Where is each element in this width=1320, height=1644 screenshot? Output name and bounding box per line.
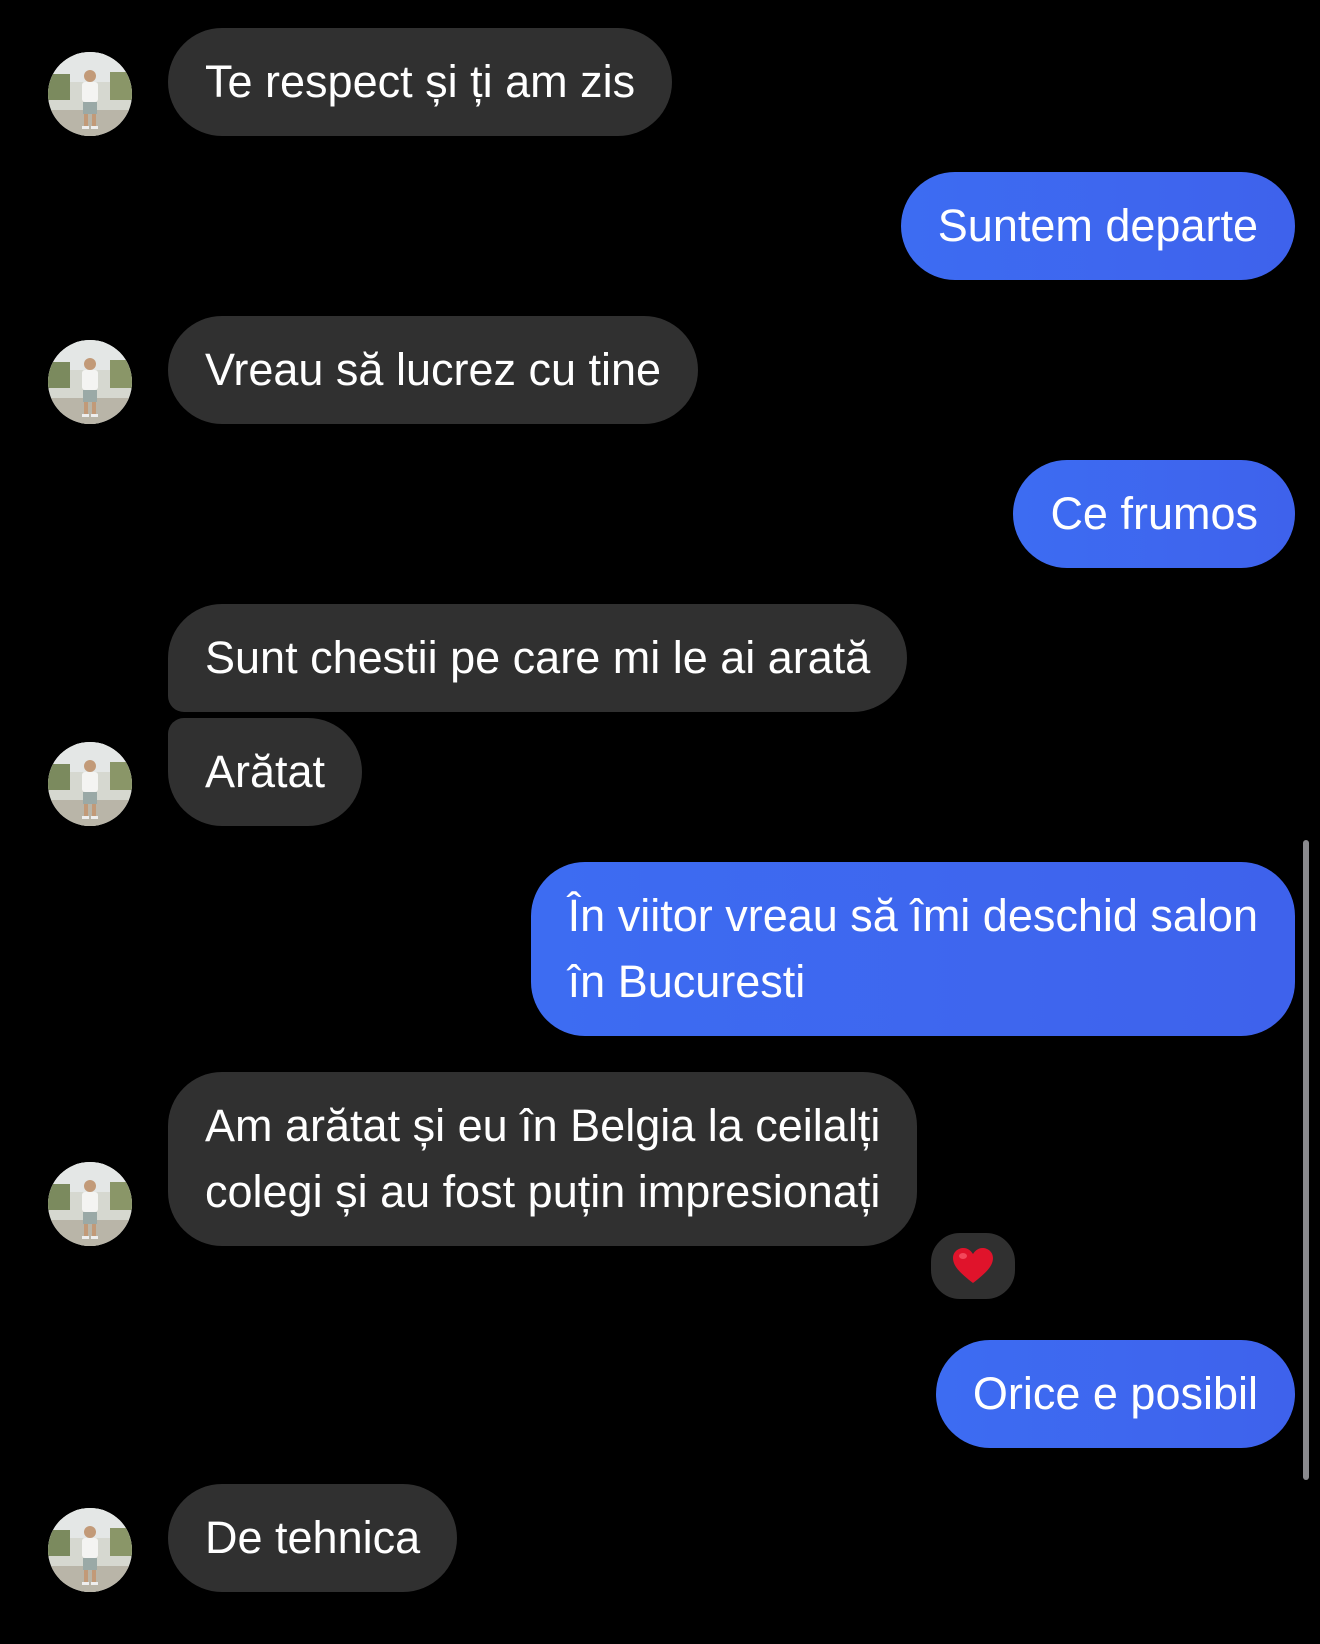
message-text: Suntem departe bbox=[937, 200, 1258, 251]
message-reaction[interactable] bbox=[926, 1228, 1020, 1304]
incoming-message-bubble[interactable]: Am arătat și eu în Belgia la ceilalți co… bbox=[168, 1072, 918, 1246]
outgoing-message-bubble[interactable]: Suntem departe bbox=[900, 172, 1295, 280]
incoming-message-bubble[interactable]: Vreau să lucrez cu tine bbox=[168, 316, 699, 424]
contact-photo-icon bbox=[48, 1508, 132, 1592]
outgoing-message-bubble[interactable]: Ce frumos bbox=[1013, 460, 1295, 568]
message-text: Te respect și ți am zis bbox=[205, 56, 636, 107]
outgoing-message-bubble[interactable]: În viitor vreau să îmi deschid salon în … bbox=[530, 862, 1295, 1036]
message-text: Sunt chestii pe care mi le ai arată bbox=[205, 632, 871, 683]
message-text: Ce frumos bbox=[1050, 488, 1258, 539]
contact-avatar[interactable] bbox=[48, 742, 132, 826]
contact-photo-icon bbox=[48, 340, 132, 424]
incoming-message-bubble[interactable]: Te respect și ți am zis bbox=[168, 28, 673, 136]
message-text-line: În viitor vreau să îmi deschid salon bbox=[567, 890, 1258, 941]
message-text: Orice e posibil bbox=[972, 1368, 1258, 1419]
contact-photo-icon bbox=[48, 742, 132, 826]
incoming-message-bubble[interactable]: De tehnica bbox=[168, 1484, 458, 1592]
outgoing-message-bubble[interactable]: Orice e posibil bbox=[935, 1340, 1295, 1448]
contact-photo-icon bbox=[48, 1162, 132, 1246]
message-text-line: Am arătat și eu în Belgia la ceilalți bbox=[205, 1100, 881, 1151]
message-text: Vreau să lucrez cu tine bbox=[205, 344, 662, 395]
contact-avatar[interactable] bbox=[48, 340, 132, 424]
message-text: De tehnica bbox=[205, 1512, 421, 1563]
message-text-line: colegi și au fost puțin impresionați bbox=[205, 1166, 881, 1217]
heart-icon bbox=[953, 1248, 993, 1283]
contact-avatar[interactable] bbox=[48, 1508, 132, 1592]
contact-avatar[interactable] bbox=[48, 52, 132, 136]
incoming-message-bubble[interactable]: Arătat bbox=[168, 718, 363, 826]
contact-photo-icon bbox=[48, 52, 132, 136]
message-text-line: în Bucuresti bbox=[567, 956, 806, 1007]
message-text: Arătat bbox=[205, 746, 326, 797]
contact-avatar[interactable] bbox=[48, 1162, 132, 1246]
incoming-message-bubble[interactable]: Sunt chestii pe care mi le ai arată bbox=[168, 604, 908, 712]
scrollbar[interactable] bbox=[1303, 840, 1309, 1480]
